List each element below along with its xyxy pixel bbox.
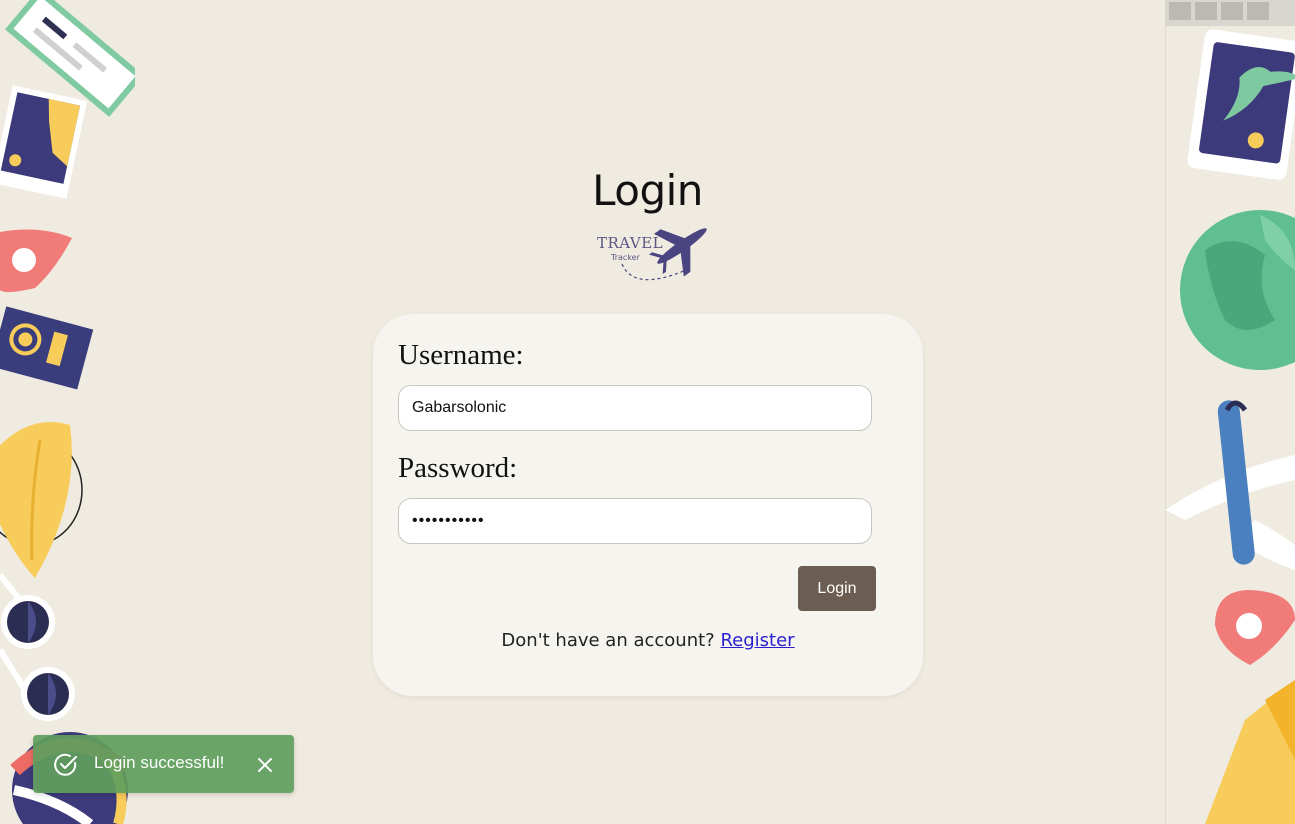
travel-decoration-left bbox=[0, 0, 135, 824]
travel-decoration-right bbox=[1165, 0, 1295, 824]
close-icon[interactable] bbox=[255, 755, 275, 775]
register-prompt-line: Don't have an account? Register bbox=[373, 630, 923, 651]
password-label: Password: bbox=[398, 452, 518, 484]
username-input[interactable] bbox=[398, 385, 872, 431]
register-prompt-text: Don't have an account? bbox=[501, 630, 715, 651]
username-label: Username: bbox=[398, 339, 524, 371]
logo-wordmark: TRAVEL bbox=[597, 234, 664, 252]
check-circle-icon bbox=[54, 753, 77, 776]
toast-message: Login successful! bbox=[94, 753, 225, 772]
page-title: Login bbox=[592, 166, 703, 215]
login-page: Login TRAVEL Tracker Username: Password:… bbox=[0, 0, 1295, 824]
logo-subtitle: Tracker bbox=[611, 253, 640, 262]
register-link[interactable]: Register bbox=[720, 630, 794, 651]
login-button[interactable]: Login bbox=[798, 566, 876, 611]
login-card: Username: Password: Login Don't have an … bbox=[373, 314, 923, 696]
password-input[interactable] bbox=[398, 498, 872, 544]
success-toast: Login successful! bbox=[33, 735, 294, 793]
travel-tracker-logo: TRAVEL Tracker bbox=[594, 220, 712, 290]
